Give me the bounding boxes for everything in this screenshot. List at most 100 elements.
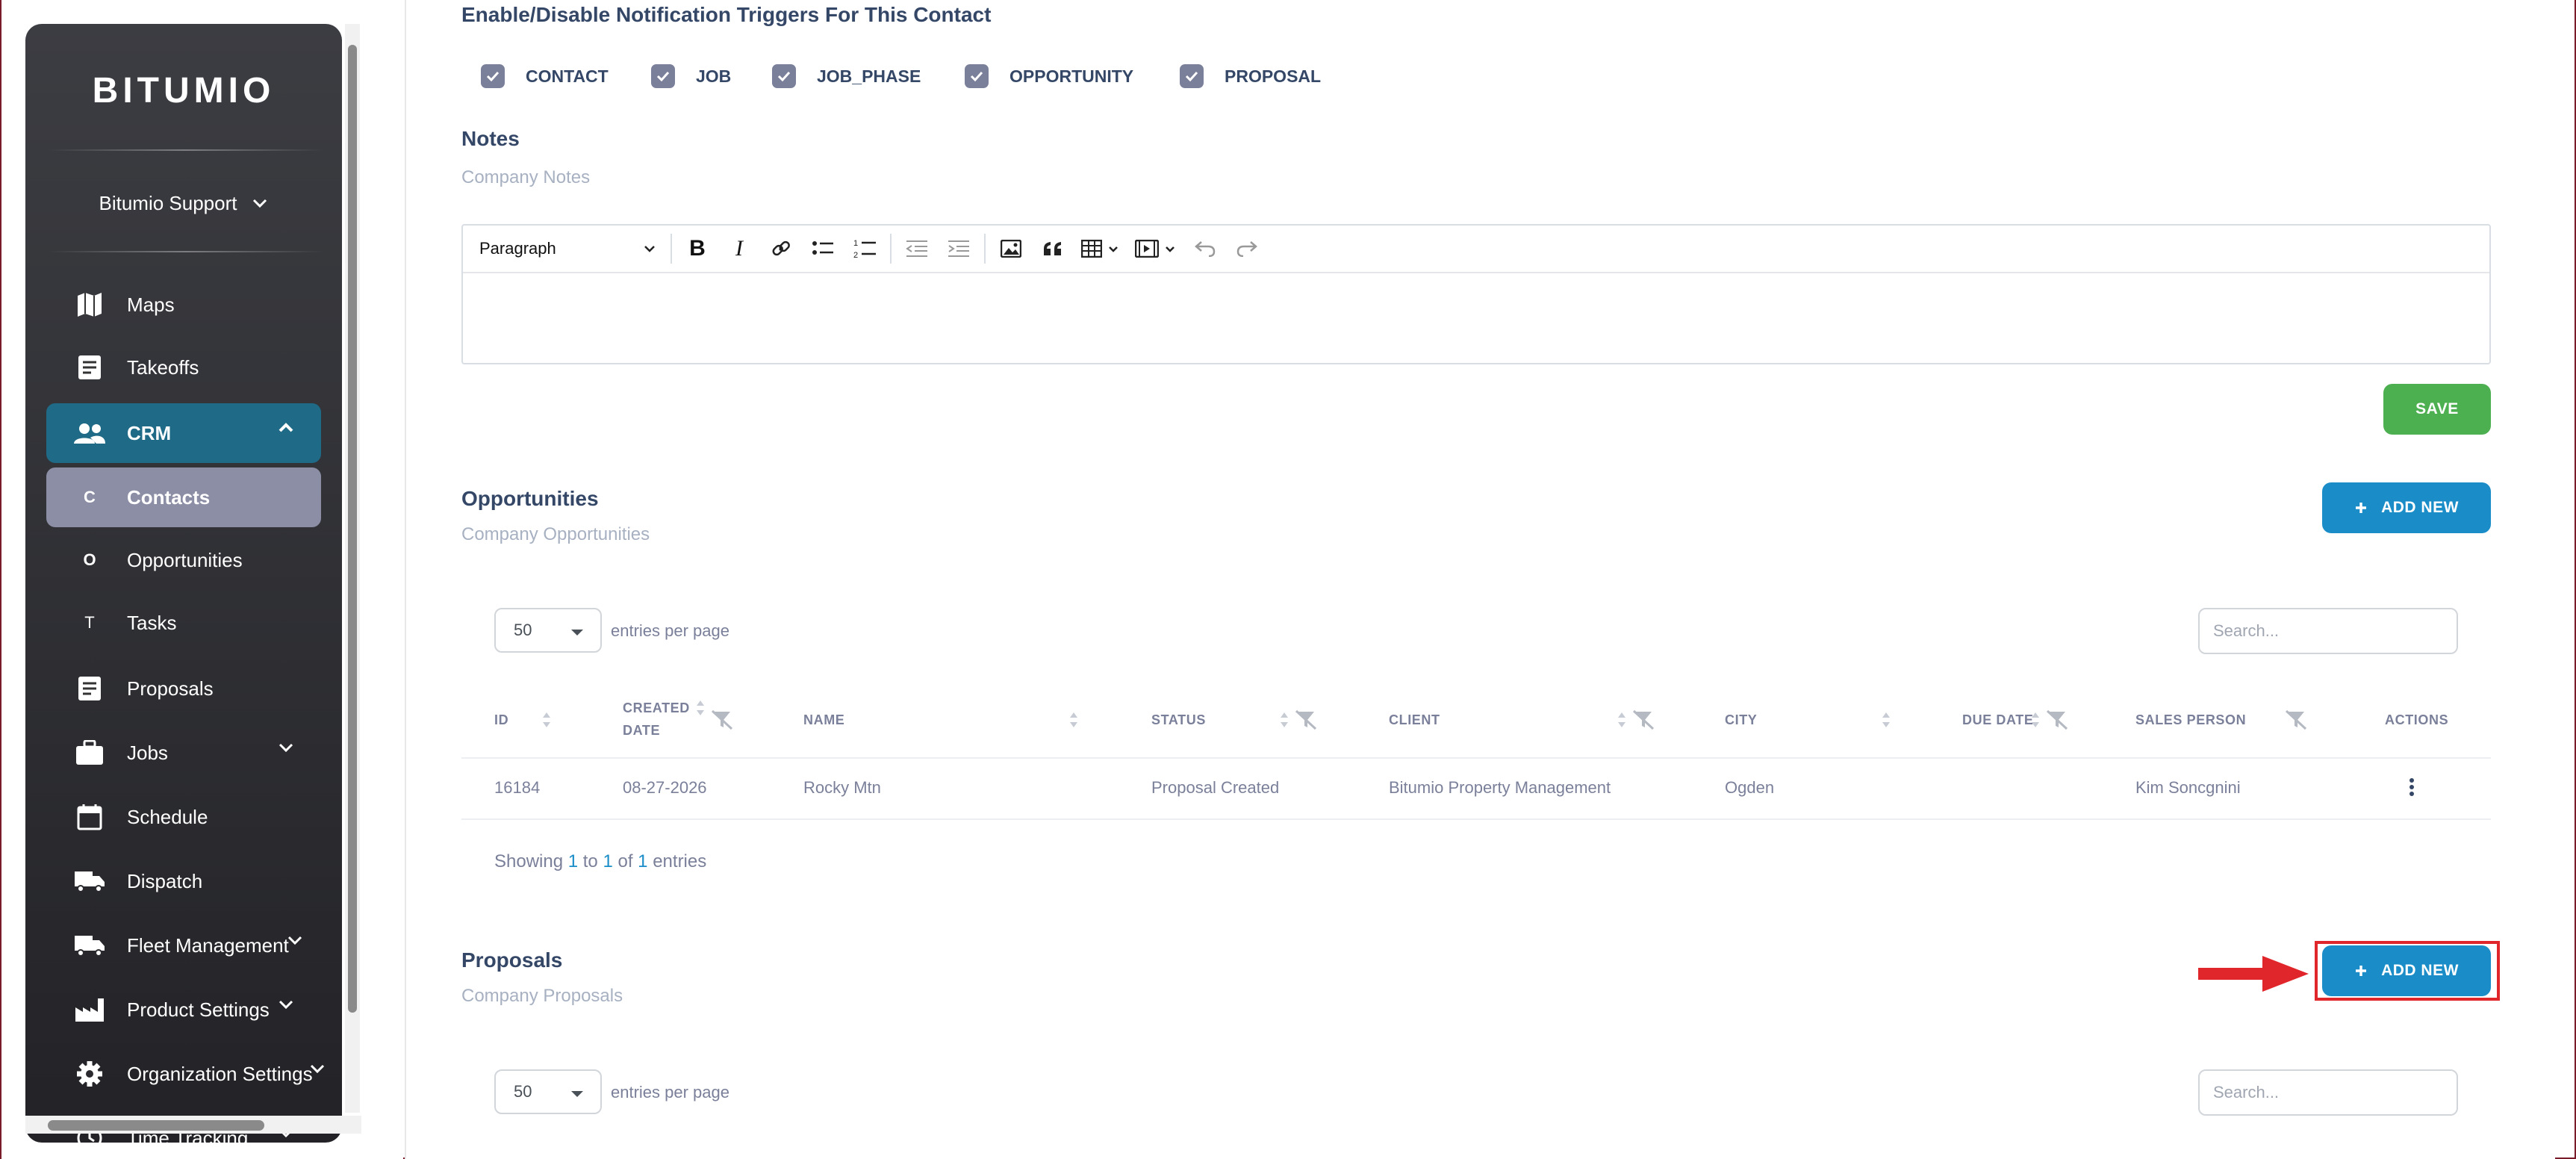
trigger-checkbox-job[interactable]: JOB [651, 64, 731, 88]
link-icon[interactable] [760, 228, 802, 270]
filter-off-icon[interactable] [711, 709, 733, 730]
plus-icon [2356, 503, 2367, 513]
notes-subtitle: Company Notes [461, 167, 591, 187]
more-vertical-icon[interactable] [2409, 777, 2415, 798]
svg-text:1: 1 [853, 239, 858, 248]
sidebar-item-proposals[interactable]: Proposals [46, 659, 321, 718]
chevron-up-icon [279, 423, 293, 432]
filter-off-icon[interactable] [2285, 709, 2307, 730]
cell-city: Ogden [1725, 778, 1775, 797]
sort-icon[interactable] [2031, 711, 2040, 729]
sidebar-item-label: Dispatch [127, 869, 203, 892]
sidebar-item-contacts[interactable]: C Contacts [46, 467, 321, 527]
sidebar-item-letter: T [84, 613, 95, 632]
sidebar-item-label: Jobs [127, 741, 168, 764]
sidebar-item-organization-settings[interactable]: Organization Settings [46, 1044, 325, 1104]
gear-icon [73, 1057, 106, 1090]
sidebar-item-fleet-management[interactable]: Fleet Management [46, 916, 321, 975]
save-notes-button[interactable]: SAVE [2383, 384, 2491, 435]
user-menu[interactable]: Bitumio Support [25, 187, 342, 220]
column-header-city[interactable]: CITY [1725, 709, 1757, 730]
column-header-status[interactable]: STATUS [1151, 709, 1206, 730]
truck-icon [73, 929, 106, 962]
undo-icon[interactable] [1184, 228, 1226, 270]
entries-per-page-select[interactable]: 50 [494, 1069, 602, 1114]
sidebar-item-label: Fleet Management [127, 933, 289, 957]
filter-off-icon[interactable] [2046, 709, 2068, 730]
app-window: BITUMIO Bitumio Support Maps Takeoffs CR… [0, 0, 2576, 1159]
entries-per-page-select[interactable]: 50 [494, 608, 602, 653]
sidebar-item-crm[interactable]: CRM [46, 403, 321, 463]
sidebar-vertical-scroll-thumb[interactable] [348, 45, 357, 1013]
table-icon[interactable] [1074, 228, 1126, 270]
sidebar-divider [48, 149, 324, 151]
trigger-checkbox-job-phase[interactable]: JOB_PHASE [772, 64, 921, 88]
chevron-down-icon [1109, 246, 1118, 252]
sidebar-item-opportunities[interactable]: O Opportunities [46, 530, 321, 590]
column-header-id[interactable]: ID [494, 709, 508, 730]
trigger-label: JOB_PHASE [817, 66, 921, 86]
numbered-list-icon[interactable]: 12 [844, 228, 886, 270]
column-header-client[interactable]: CLIENT [1389, 709, 1440, 730]
sidebar-item-dispatch[interactable]: Dispatch [46, 851, 321, 911]
proposals-search-input[interactable]: Search... [2198, 1069, 2458, 1116]
paragraph-style-label: Paragraph [479, 239, 556, 258]
image-icon[interactable] [990, 228, 1032, 270]
blockquote-icon[interactable] [1032, 228, 1074, 270]
trigger-checkbox-proposal[interactable]: PROPOSAL [1180, 64, 1321, 88]
column-header-name[interactable]: NAME [803, 709, 844, 730]
italic-icon[interactable]: I [718, 228, 760, 270]
column-header-created-date[interactable]: DATE [623, 720, 660, 741]
column-header-due-date[interactable]: DUE DATE [1962, 709, 2033, 730]
showing-suffix: entries [653, 851, 707, 871]
brand-logo: BITUMIO [92, 71, 276, 111]
caret-down-icon [571, 630, 583, 636]
add-proposal-button[interactable]: ADD NEW [2322, 945, 2491, 996]
indent-icon[interactable] [938, 228, 980, 270]
bulleted-list-icon[interactable] [802, 228, 844, 270]
sort-icon[interactable] [1280, 711, 1289, 729]
bold-icon[interactable]: B [676, 228, 718, 270]
trigger-checkbox-contact[interactable]: CONTACT [481, 64, 609, 88]
sidebar-item-letter: O [83, 550, 96, 569]
red-arrow-annotation [2198, 956, 2309, 992]
add-opportunity-button[interactable]: ADD NEW [2322, 482, 2491, 533]
editor-content-area[interactable] [463, 273, 2489, 363]
filter-off-icon[interactable] [1295, 709, 1317, 730]
sidebar-item-tasks[interactable]: T Tasks [46, 593, 321, 653]
paragraph-style-dropdown[interactable]: Paragraph [479, 239, 666, 258]
showing-from: 1 [567, 851, 579, 871]
sidebar-item-takeoffs[interactable]: Takeoffs [46, 338, 321, 397]
sort-icon[interactable] [1882, 711, 1891, 729]
sidebar-item-label: Takeoffs [127, 355, 199, 379]
sidebar-item-schedule[interactable]: Schedule [46, 787, 321, 847]
redo-icon[interactable] [1226, 228, 1268, 270]
chevron-down-icon [279, 1000, 293, 1010]
sidebar-item-label: Product Settings [127, 998, 270, 1021]
sort-icon[interactable] [696, 699, 705, 717]
sidebar-item-product-settings[interactable]: Product Settings [46, 980, 321, 1040]
sidebar-horizontal-scroll-thumb[interactable] [48, 1120, 264, 1131]
toolbar-separator [890, 234, 892, 264]
trigger-checkbox-opportunity[interactable]: OPPORTUNITY [965, 64, 1133, 88]
trigger-label: CONTACT [526, 66, 609, 86]
factory-icon [73, 993, 106, 1026]
entries-per-page-label: entries per page [611, 1083, 729, 1101]
sidebar-item-maps[interactable]: Maps [46, 275, 321, 335]
truck-icon [73, 865, 106, 898]
sort-icon[interactable] [1069, 711, 1078, 729]
outdent-icon[interactable] [896, 228, 938, 270]
opportunities-search-input[interactable]: Search... [2198, 608, 2458, 654]
sort-icon[interactable] [1617, 711, 1626, 729]
sidebar-region: BITUMIO Bitumio Support Maps Takeoffs CR… [1, 0, 403, 1159]
filter-off-icon[interactable] [1632, 709, 1655, 730]
user-name: Bitumio Support [99, 191, 237, 214]
save-label: SAVE [2415, 400, 2459, 417]
column-header-created[interactable]: CREATED [623, 697, 690, 718]
sidebar: BITUMIO Bitumio Support Maps Takeoffs CR… [25, 24, 342, 1143]
sidebar-item-jobs[interactable]: Jobs [46, 723, 321, 783]
media-embed-icon[interactable] [1126, 228, 1184, 270]
chevron-down-icon [310, 1064, 325, 1074]
column-header-sales-person[interactable]: SALES PERSON [2135, 709, 2246, 730]
sort-icon[interactable] [542, 711, 551, 729]
